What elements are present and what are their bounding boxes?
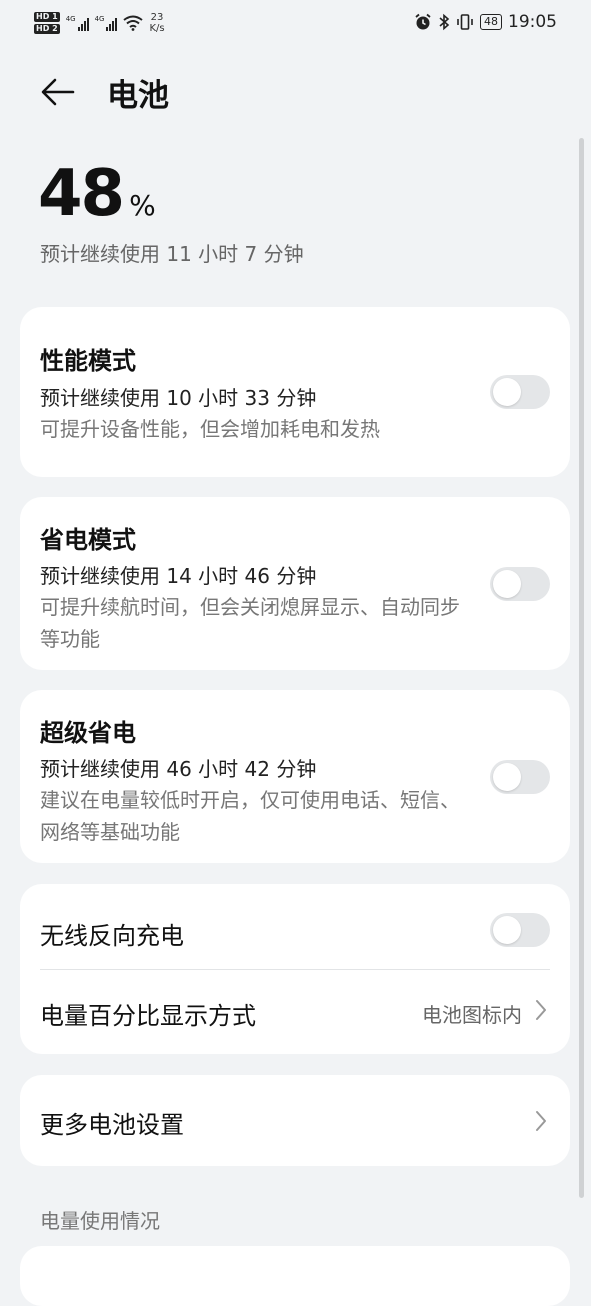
hd-badges: HD 1 HD 2 [34, 12, 60, 34]
performance-mode-toggle[interactable] [490, 375, 550, 409]
network-type-1: 4G [65, 15, 76, 23]
performance-mode-estimate: 预计继续使用 10 小时 33 分钟 [40, 386, 317, 410]
status-bar-left: HD 1 HD 2 4G 4G 23 K/s [34, 8, 165, 38]
clock: 19:05 [508, 12, 557, 32]
signal-icon: 4G [95, 15, 118, 31]
percent-display-row[interactable]: 电量百分比显示方式 电池图标内 [20, 970, 570, 1054]
percent-display-label: 电量百分比显示方式 [40, 1002, 256, 1030]
page-title: 电池 [107, 78, 169, 114]
scrollbar[interactable] [579, 138, 584, 1198]
ultra-power-saving-estimate: 预计继续使用 46 小时 42 分钟 [40, 757, 317, 781]
ultra-power-saving-desc: 建议在电量较低时开启，仅可使用电话、短信、网络等基础功能 [40, 788, 460, 844]
power-saving-mode-estimate: 预计继续使用 14 小时 46 分钟 [40, 564, 317, 588]
toggle-knob [493, 916, 521, 944]
battery-percentage-sign: % [129, 189, 156, 222]
more-battery-settings-label: 更多电池设置 [40, 1111, 184, 1139]
status-bar: HD 1 HD 2 4G 4G 23 K/s 48 19:05 [0, 0, 591, 44]
power-saving-mode-desc: 可提升续航时间，但会关闭熄屏显示、自动同步等功能 [40, 595, 460, 651]
performance-mode-card[interactable]: 性能模式 预计继续使用 10 小时 33 分钟 可提升设备性能，但会增加耗电和发… [20, 307, 570, 477]
status-bar-right: 48 19:05 [414, 10, 557, 34]
battery-percentage-value: 48 [38, 157, 125, 231]
toggle-knob [493, 570, 521, 598]
performance-mode-desc: 可提升设备性能，但会增加耗电和发热 [40, 417, 380, 441]
network-speed: 23 K/s [149, 12, 164, 34]
bluetooth-icon [439, 13, 450, 31]
usage-section-title: 电量使用情况 [40, 1209, 160, 1233]
hd-badge-2: HD 2 [34, 24, 60, 34]
alarm-icon [415, 13, 431, 30]
more-battery-settings-row[interactable]: 更多电池设置 [20, 1075, 570, 1166]
ultra-power-saving-card[interactable]: 超级省电 预计继续使用 46 小时 42 分钟 建议在电量较低时开启，仅可使用电… [20, 690, 570, 863]
toggle-knob [493, 378, 521, 406]
network-speed-value: 23 [150, 12, 164, 23]
reverse-charge-label: 无线反向充电 [40, 922, 184, 950]
usage-card[interactable] [20, 1246, 570, 1306]
network-type-2: 4G [94, 15, 105, 23]
hd-badge-1: HD 1 [34, 12, 60, 22]
wifi-icon [123, 15, 144, 31]
ultra-power-saving-toggle[interactable] [490, 760, 550, 794]
ultra-power-saving-title: 超级省电 [40, 719, 136, 747]
battery-estimate: 预计继续使用 11 小时 7 分钟 [40, 242, 304, 266]
battery-indicator: 48 [480, 14, 502, 30]
charging-settings-card: 无线反向充电 电量百分比显示方式 电池图标内 [20, 884, 570, 1054]
network-speed-unit: K/s [149, 23, 165, 34]
signal-icon: 4G [66, 15, 89, 31]
percent-display-value: 电池图标内 [422, 1003, 522, 1027]
back-arrow-icon[interactable] [40, 74, 76, 110]
chevron-right-icon [536, 1000, 546, 1020]
reverse-charge-toggle[interactable] [490, 913, 550, 947]
chevron-right-icon [536, 1111, 546, 1131]
power-saving-mode-card[interactable]: 省电模式 预计继续使用 14 小时 46 分钟 可提升续航时间，但会关闭熄屏显示… [20, 497, 570, 670]
toggle-knob [493, 763, 521, 791]
battery-percentage: 48 % [38, 157, 156, 231]
power-saving-mode-title: 省电模式 [40, 526, 136, 554]
power-saving-mode-toggle[interactable] [490, 567, 550, 601]
performance-mode-title: 性能模式 [40, 347, 136, 375]
vibrate-icon [457, 14, 473, 30]
